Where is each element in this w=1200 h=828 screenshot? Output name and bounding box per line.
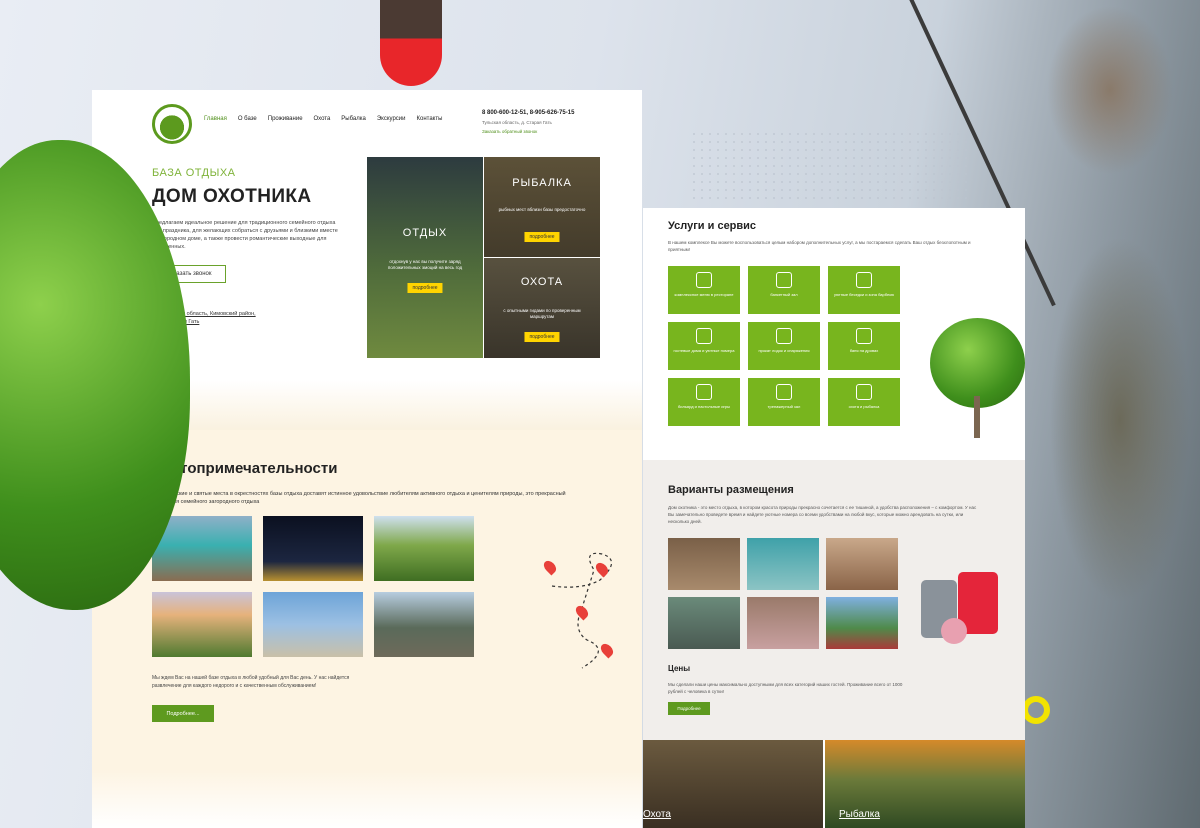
hunting-banner[interactable]: Охота bbox=[643, 740, 823, 828]
accommodation-title: Варианты размещения bbox=[668, 484, 794, 496]
phone-numbers[interactable]: 8 800-600-12-51, 8-905-626-75-15 bbox=[482, 110, 574, 116]
hook-icon bbox=[856, 384, 872, 400]
service-card-billiards[interactable]: бильярд и настольные игры bbox=[668, 378, 740, 426]
service-label: банкетный зал bbox=[770, 292, 798, 297]
tile-rest[interactable]: ОТДЫХ отдохнув у нас вы получите заряд п… bbox=[367, 157, 483, 358]
fishing-banner-label: Рыбалка bbox=[839, 809, 880, 820]
service-label: прокат лодок и снаряжения bbox=[758, 348, 810, 353]
attractions-text: Исторические и святые места в окрестност… bbox=[152, 491, 566, 506]
tree-crown bbox=[930, 318, 1025, 408]
tile-fishing-title: РЫБАЛКА bbox=[512, 177, 572, 189]
menu-item-home[interactable]: Главная bbox=[204, 116, 227, 122]
service-label: охота и рыбалка bbox=[848, 404, 880, 409]
services-title: Услуги и сервис bbox=[668, 220, 757, 232]
prices-text: Мы сделали наши цены максимально доступн… bbox=[668, 682, 903, 694]
tile-fishing-text: рыбных мест вблизи базы предостаточно bbox=[498, 207, 586, 212]
prices-more-button[interactable]: Подробнее bbox=[668, 702, 710, 715]
menu-item-accommodation[interactable]: Проживание bbox=[268, 116, 303, 122]
house-icon bbox=[696, 328, 712, 344]
tile-hunting-text: с опытными гидами по проверенным маршрут… bbox=[503, 308, 581, 320]
room-photo[interactable] bbox=[747, 597, 819, 649]
service-card-banquet[interactable]: банкетный зал bbox=[748, 266, 820, 314]
billiards-icon bbox=[696, 384, 712, 400]
gallery-photo[interactable] bbox=[374, 592, 474, 657]
table-icon bbox=[776, 272, 792, 288]
bike-icon bbox=[776, 384, 792, 400]
hunting-banner-label: Охота bbox=[643, 809, 671, 820]
attractions-more-button[interactable]: Подробнее... bbox=[152, 705, 214, 722]
tile-fishing-button[interactable]: подробнее bbox=[524, 232, 560, 242]
service-label: баня на дровах bbox=[849, 348, 879, 353]
room-photo[interactable] bbox=[747, 538, 819, 590]
service-label: гостевые дома и уютные номера bbox=[673, 348, 735, 353]
hunters-silhouette bbox=[92, 770, 642, 828]
route-map bbox=[541, 550, 632, 680]
service-card-guesthouses[interactable]: гостевые дома и уютные номера bbox=[668, 322, 740, 370]
tile-rest-button[interactable]: подробнее bbox=[407, 283, 443, 293]
attractions-bottom-text: Мы ждем Вас на нашей базе отдыха в любой… bbox=[152, 675, 350, 689]
menu-item-fishing[interactable]: Рыбалка bbox=[341, 116, 366, 122]
sauna-icon bbox=[856, 328, 872, 344]
tree-trunk bbox=[974, 396, 980, 438]
service-label: тренажерный зал bbox=[767, 404, 801, 409]
menu-item-hunting[interactable]: Охота bbox=[314, 116, 331, 122]
hero-subtitle: БАЗА ОТДЫХА bbox=[152, 167, 236, 179]
menu-item-excursions[interactable]: Экскурсии bbox=[377, 116, 406, 122]
service-card-restaurant[interactable]: комплексное меню в ресторане bbox=[668, 266, 740, 314]
fisherman-photo bbox=[1040, 0, 1200, 828]
gallery-photo[interactable] bbox=[263, 592, 363, 657]
tile-fishing[interactable]: РЫБАЛКА рыбных мест вблизи базы предоста… bbox=[484, 157, 600, 257]
tree-decor-right bbox=[930, 318, 1025, 438]
room-photo[interactable] bbox=[826, 597, 898, 649]
services-grid: комплексное меню в ресторане банкетный з… bbox=[668, 266, 900, 426]
room-photo[interactable] bbox=[668, 538, 740, 590]
tile-rest-title: ОТДЫХ bbox=[402, 227, 448, 239]
attractions-gallery bbox=[152, 516, 474, 657]
header: Главная О базе Проживание Охота Рыбалка … bbox=[152, 104, 592, 144]
luggage-illustration bbox=[913, 558, 1008, 650]
activity-tiles: ОТДЫХ отдохнув у нас вы получите заряд п… bbox=[367, 157, 600, 358]
bag-pink bbox=[941, 618, 967, 644]
fishing-banner[interactable]: Рыбалка bbox=[825, 740, 1025, 828]
gallery-photo[interactable] bbox=[152, 592, 252, 657]
tile-hunting-button[interactable]: подробнее bbox=[524, 332, 560, 342]
service-label: уютные беседки и зона барбекю bbox=[834, 292, 894, 297]
boat-icon bbox=[776, 328, 792, 344]
header-address: Тульская область, д. Старая Гать bbox=[482, 120, 552, 125]
service-card-boats[interactable]: прокат лодок и снаряжения bbox=[748, 322, 820, 370]
landing-page-services: Услуги и сервис В нашем комплексе Вы мож… bbox=[643, 208, 1025, 828]
accommodation-text: Дом охотника - это место отдыха, в котор… bbox=[668, 505, 977, 524]
rooms-gallery bbox=[668, 538, 898, 649]
service-card-hunting-fishing[interactable]: охота и рыбалка bbox=[828, 378, 900, 426]
gallery-photo[interactable] bbox=[374, 516, 474, 581]
prices-title: Цены bbox=[668, 664, 691, 673]
logo[interactable] bbox=[152, 104, 192, 144]
service-card-sauna[interactable]: баня на дровах bbox=[828, 322, 900, 370]
callback-link[interactable]: Заказать обратный звонок bbox=[482, 129, 537, 134]
service-label: бильярд и настольные игры bbox=[677, 404, 731, 409]
decor-ring bbox=[1022, 696, 1050, 724]
service-card-gym[interactable]: тренажерный зал bbox=[748, 378, 820, 426]
gallery-photo[interactable] bbox=[263, 516, 363, 581]
tile-rest-text: отдохнув у нас вы получите заряд положит… bbox=[387, 259, 463, 271]
service-label: комплексное меню в ресторане bbox=[674, 292, 734, 297]
room-photo[interactable] bbox=[826, 538, 898, 590]
plate-icon bbox=[696, 272, 712, 288]
room-photo[interactable] bbox=[668, 597, 740, 649]
service-card-bbq[interactable]: уютные беседки и зона барбекю bbox=[828, 266, 900, 314]
menu-item-contacts[interactable]: Контакты bbox=[417, 116, 443, 122]
dots-pattern bbox=[690, 130, 970, 200]
fishing-float bbox=[380, 0, 442, 86]
services-text: В нашем комплексе Вы можете воспользоват… bbox=[668, 240, 971, 252]
hero-intro: Предлагаем идеальное решение для традици… bbox=[152, 220, 338, 250]
tile-hunting[interactable]: ОХОТА с опытными гидами по проверенным м… bbox=[484, 258, 600, 358]
hero-title: ДОМ ОХОТНИКА bbox=[152, 186, 312, 207]
gazebo-icon bbox=[856, 272, 872, 288]
tile-hunting-title: ОХОТА bbox=[520, 276, 564, 288]
menu-item-about[interactable]: О базе bbox=[238, 116, 257, 122]
main-menu: Главная О базе Проживание Охота Рыбалка … bbox=[204, 116, 442, 122]
